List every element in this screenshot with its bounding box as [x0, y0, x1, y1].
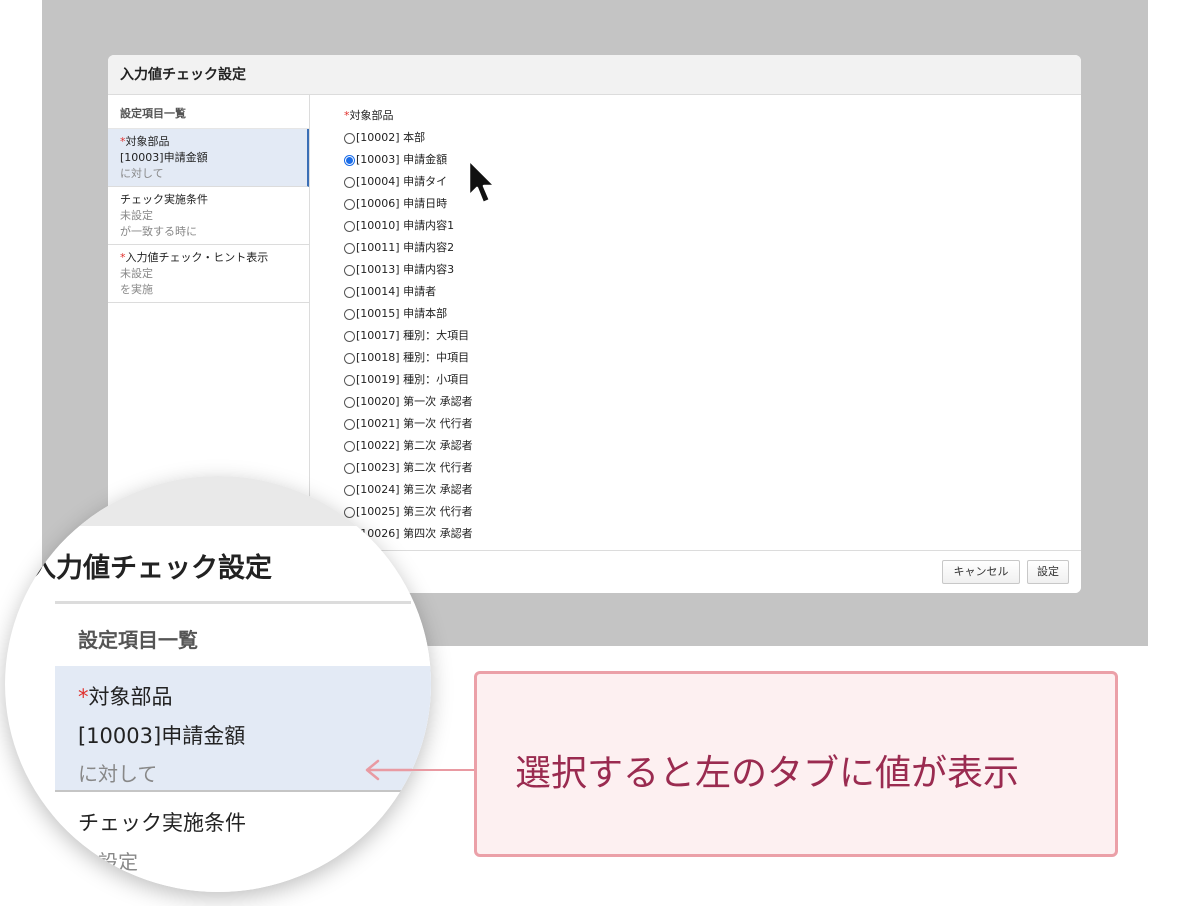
part-option[interactable]: [10018] 種別：中項目	[344, 347, 1044, 369]
callout-connector	[406, 769, 474, 771]
field-label-text: 対象部品	[349, 109, 394, 122]
sidebar-item-title-text: チェック実施条件	[120, 193, 208, 206]
radio-unchecked-icon[interactable]	[344, 242, 355, 254]
arrow-left-icon	[365, 759, 412, 781]
part-option-label: [10010] 申請内容1	[356, 219, 455, 232]
mouse-pointer-icon	[467, 158, 497, 205]
sidebar-item-title: *対象部品	[120, 134, 295, 150]
part-option[interactable]: [10020] 第一次 承認者	[344, 391, 1044, 413]
radio-unchecked-icon[interactable]	[344, 440, 355, 452]
part-option[interactable]: [10026] 第四次 承認者	[344, 523, 1044, 545]
dialog-title: 入力値チェック設定	[108, 55, 1081, 95]
part-option[interactable]: [10011] 申請内容2	[344, 237, 1044, 259]
field-label: *対象部品	[344, 107, 1044, 125]
sidebar-item-value: 未設定	[120, 267, 153, 280]
part-option-label: [10014] 申請者	[356, 285, 437, 298]
magnifier-divider	[55, 601, 411, 604]
radio-unchecked-icon[interactable]	[344, 198, 355, 210]
part-option-label: [10004] 申請タイ	[356, 175, 448, 188]
part-option-label: [10011] 申請内容2	[356, 241, 455, 254]
part-option-label: [10023] 第二次 代行者	[356, 461, 473, 474]
part-option[interactable]: [10010] 申請内容1	[344, 215, 1044, 237]
magnifier-backdrop	[5, 476, 431, 526]
part-option[interactable]: [10019] 種別：小項目	[344, 369, 1044, 391]
sidebar-heading: 設定項目一覧	[108, 95, 309, 129]
part-option-label: [10003] 申請金額	[356, 153, 448, 166]
ok-button[interactable]: 設定	[1027, 560, 1069, 584]
radio-unchecked-icon[interactable]	[344, 352, 355, 364]
radio-unchecked-icon[interactable]	[344, 264, 355, 276]
sidebar-item-1[interactable]: チェック実施条件 未設定が一致する時に	[108, 187, 309, 245]
sidebar-item-suffix: を実施	[120, 283, 153, 296]
part-option-label: [10022] 第二次 承認者	[356, 439, 473, 452]
radio-unchecked-icon[interactable]	[344, 330, 355, 342]
part-radio-list: [10002] 本部 [10003] 申請金額 [10004] 申請タイ [10006…	[344, 127, 1044, 545]
magnifier-title: 入力値チェック設定	[29, 553, 272, 584]
part-option[interactable]: [10002] 本部	[344, 127, 1044, 149]
part-option[interactable]: [10023] 第二次 代行者	[344, 457, 1044, 479]
sidebar-item-title: *入力値チェック・ヒント表示	[120, 250, 297, 266]
magnifier-item-value: [10003]申請金額	[78, 724, 246, 748]
part-option-label: [10015] 申請本部	[356, 307, 448, 320]
magnifier-heading: 設定項目一覧	[78, 628, 198, 652]
magnifier-item-suffix: に対して	[78, 762, 158, 786]
radio-unchecked-icon[interactable]	[344, 462, 355, 474]
sidebar-item-value: [10003]申請金額	[120, 151, 208, 164]
radio-checked-icon[interactable]	[344, 154, 355, 166]
part-option-label: [10018] 種別：中項目	[356, 351, 470, 364]
radio-unchecked-icon[interactable]	[344, 176, 355, 188]
magnifier-item-title-text: 対象部品	[88, 685, 173, 709]
part-option-label: [10019] 種別：小項目	[356, 373, 470, 386]
radio-unchecked-icon[interactable]	[344, 220, 355, 232]
sidebar-item-0[interactable]: *対象部品 [10003]申請金額 に対して	[108, 129, 309, 187]
radio-unchecked-icon[interactable]	[344, 308, 355, 320]
annotation-callout: 選択すると左のタブに値が表示	[474, 671, 1118, 857]
part-option[interactable]: [10024] 第三次 承認者	[344, 479, 1044, 501]
required-mark: *	[78, 685, 89, 709]
target-part-panel: *対象部品 [10002] 本部 [10003] 申請金額 [10004] 申請タイ…	[344, 107, 1044, 549]
part-option[interactable]: [10015] 申請本部	[344, 303, 1044, 325]
radio-unchecked-icon[interactable]	[344, 132, 355, 144]
cancel-button[interactable]: キャンセル	[942, 560, 1020, 584]
part-option[interactable]: [10013] 申請内容3	[344, 259, 1044, 281]
radio-unchecked-icon[interactable]	[344, 396, 355, 408]
part-option-label: [10017] 種別：大項目	[356, 329, 470, 342]
part-option[interactable]: [10025] 第三次 代行者	[344, 501, 1044, 523]
zoom-magnifier: 入力値チェック設定 設定項目一覧 *対象部品 [10003]申請金額 に対して …	[5, 476, 431, 892]
sidebar-item-title-text: 対象部品	[125, 135, 170, 148]
sidebar-item-title: チェック実施条件	[120, 192, 297, 208]
sidebar-item-value: 未設定	[120, 209, 153, 222]
radio-unchecked-icon[interactable]	[344, 374, 355, 386]
radio-unchecked-icon[interactable]	[344, 286, 355, 298]
part-option[interactable]: [10022] 第二次 承認者	[344, 435, 1044, 457]
part-option[interactable]: [10017] 種別：大項目	[344, 325, 1044, 347]
callout-text: 選択すると左のタブに値が表示	[515, 753, 1020, 794]
sidebar-item-2[interactable]: *入力値チェック・ヒント表示 未設定を実施	[108, 245, 309, 303]
sidebar-item-title-text: 入力値チェック・ヒント表示	[125, 251, 269, 264]
sidebar-item-suffix: が一致する時に	[120, 225, 197, 238]
part-option-label: [10020] 第一次 承認者	[356, 395, 473, 408]
magnifier-next-value: 未設定	[78, 850, 138, 874]
part-option[interactable]: [10006] 申請日時	[344, 193, 1044, 215]
radio-unchecked-icon[interactable]	[344, 418, 355, 430]
magnifier-item-title: *対象部品	[78, 681, 173, 711]
part-option[interactable]: [10004] 申請タイ	[344, 171, 1044, 193]
magnifier-next-title: チェック実施条件	[78, 811, 246, 835]
part-option[interactable]: [10021] 第一次 代行者	[344, 413, 1044, 435]
part-option-label: [10006] 申請日時	[356, 197, 448, 210]
part-option-label: [10002] 本部	[356, 131, 426, 144]
part-option[interactable]: [10014] 申請者	[344, 281, 1044, 303]
sidebar-item-suffix: に対して	[120, 167, 164, 180]
part-option[interactable]: [10003] 申請金額	[344, 149, 1044, 171]
part-option-label: [10013] 申請内容3	[356, 263, 455, 276]
part-option-label: [10021] 第一次 代行者	[356, 417, 473, 430]
